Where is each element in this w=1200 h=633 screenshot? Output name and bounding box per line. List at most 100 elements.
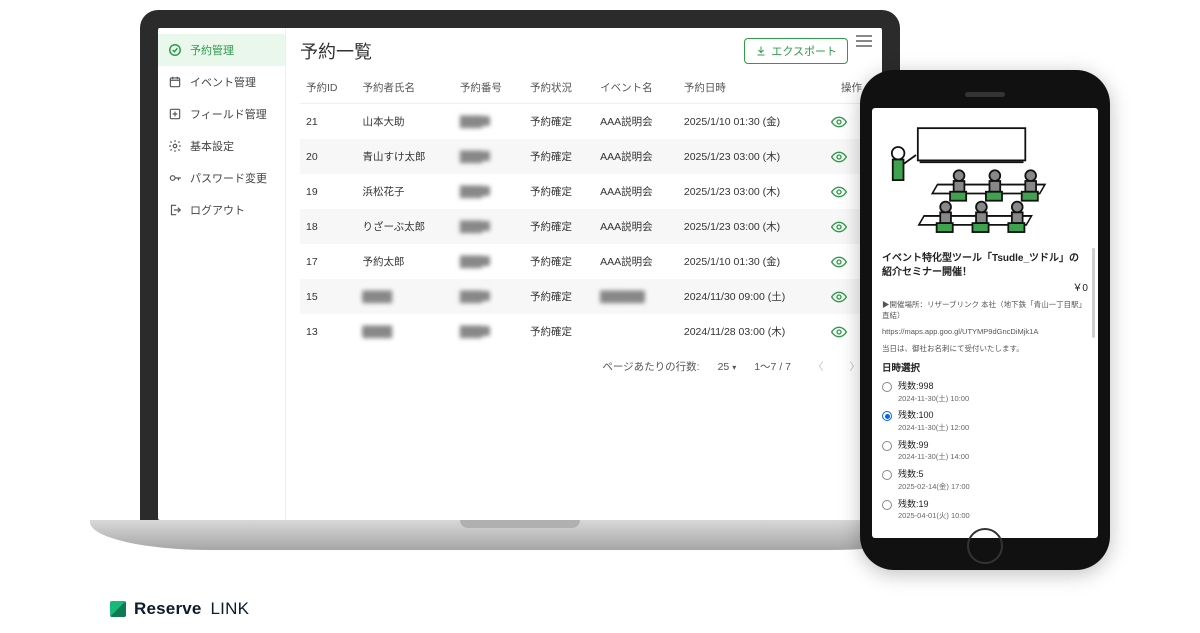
chevron-down-icon: ▾ xyxy=(732,363,736,372)
cell-name: ████ xyxy=(356,279,453,314)
cell-status: 予約確定 xyxy=(524,104,594,140)
cell-event: ██████ xyxy=(594,279,678,314)
menu-icon[interactable] xyxy=(856,35,872,47)
cell-id: 21 xyxy=(300,104,356,140)
slot-datetime: 2024-11-30(土) 14:00 xyxy=(898,452,969,461)
col-number: 予約番号 xyxy=(454,72,524,104)
sidebar-item-logout[interactable]: ログアウト xyxy=(158,194,285,226)
event-note: 当日は、御社お名刺にて受付いたします。 xyxy=(882,344,1088,355)
cell-event: AAA説明会 xyxy=(594,174,678,209)
radio-icon xyxy=(882,500,892,510)
cell-id: 18 xyxy=(300,209,356,244)
view-button[interactable] xyxy=(831,256,862,268)
brand-text-2: LINK xyxy=(211,599,250,618)
cell-event: AAA説明会 xyxy=(594,104,678,140)
slot-datetime: 2024-11-30(土) 12:00 xyxy=(898,423,969,432)
table-row: 21山本大助███予約確定AAA説明会2025/1/10 01:30 (金) xyxy=(300,104,868,140)
cell-date: 2024/11/30 09:00 (土) xyxy=(678,279,825,314)
key-icon xyxy=(168,171,182,185)
redacted-text: ████ xyxy=(362,291,392,301)
cell-number: ███ xyxy=(454,104,524,140)
time-slot[interactable]: 残数:52025-02-14(金) 17:00 xyxy=(882,466,1088,495)
time-slot[interactable]: 残数:99 2024-11-30(土) 14:00 xyxy=(882,437,1088,466)
view-button[interactable] xyxy=(831,151,862,163)
laptop-mockup: 予約管理 イベント管理 フィールド管理 xyxy=(140,10,900,550)
redacted-text: ███ xyxy=(460,326,490,336)
laptop-base xyxy=(90,520,950,550)
time-slot[interactable]: 残数:998 2024-11-30(土) 10:00 xyxy=(882,378,1088,407)
sidebar-item-label: イベント管理 xyxy=(190,74,256,90)
cell-id: 13 xyxy=(300,314,356,349)
cell-number: ███ xyxy=(454,139,524,174)
time-slot[interactable]: 残数:19 2025-04-01(火) 10:00 xyxy=(882,496,1088,525)
sidebar-item-password[interactable]: パスワード変更 xyxy=(158,162,285,194)
view-button[interactable] xyxy=(831,221,862,233)
cell-name: ████ xyxy=(356,314,453,349)
export-button[interactable]: エクスポート xyxy=(744,38,848,64)
cell-date: 2025/1/10 01:30 (金) xyxy=(678,104,825,140)
sidebar-item-label: 基本設定 xyxy=(190,138,234,154)
prev-page-button[interactable]: 〈 xyxy=(809,359,828,374)
col-id: 予約ID xyxy=(300,72,356,104)
phone-scrollbar[interactable] xyxy=(1092,248,1095,338)
view-button[interactable] xyxy=(831,326,862,338)
page-range: 1〜7 / 7 xyxy=(754,359,791,374)
col-event: イベント名 xyxy=(594,72,678,104)
slot-label: 残数:5 xyxy=(898,469,924,479)
slot-label: 残数:100 xyxy=(898,410,934,420)
cell-name: 浜松花子 xyxy=(356,174,453,209)
seminar-illustration xyxy=(882,116,1088,246)
cell-name: 予約太郎 xyxy=(356,244,453,279)
pagination: ページあたりの行数: 25 ▾ 1〜7 / 7 〈 〉 xyxy=(300,349,868,384)
radio-icon xyxy=(882,470,892,480)
time-slot[interactable]: 残数:100 2024-11-30(土) 12:00 xyxy=(882,407,1088,436)
sidebar-item-label: パスワード変更 xyxy=(190,170,267,186)
cell-date: 2024/11/28 03:00 (木) xyxy=(678,314,825,349)
slot-datetime: 2024-11-30(土) 10:00 xyxy=(898,394,969,403)
slot-datetime: 2025-04-01(火) 10:00 xyxy=(898,511,970,520)
view-button[interactable] xyxy=(831,186,862,198)
slot-label: 残数:19 xyxy=(898,499,929,509)
sidebar-item-reservations[interactable]: 予約管理 xyxy=(158,34,285,66)
booking-app: イベント特化型ツール「Tsudle_ツドル」の紹介セミナー開催！ ￥0 ▶開催場… xyxy=(872,108,1098,538)
cell-status: 予約確定 xyxy=(524,279,594,314)
rows-per-page-select[interactable]: 25 ▾ xyxy=(718,361,737,373)
redacted-text: ███ xyxy=(460,186,490,196)
view-button[interactable] xyxy=(831,116,862,128)
cell-status: 予約確定 xyxy=(524,314,594,349)
table-row: 20青山すけ太郎███予約確定AAA説明会2025/1/23 03:00 (木) xyxy=(300,139,868,174)
sidebar-item-fields[interactable]: フィールド管理 xyxy=(158,98,285,130)
event-price: ￥0 xyxy=(882,279,1088,294)
table-row: 13███████予約確定2024/11/28 03:00 (木) xyxy=(300,314,868,349)
main-panel: 予約一覧 エクスポート 予約ID 予約者氏名 予約番号 xyxy=(286,28,882,520)
admin-app: 予約管理 イベント管理 フィールド管理 xyxy=(158,28,882,520)
redacted-text: ███ xyxy=(460,116,490,126)
cell-status: 予約確定 xyxy=(524,244,594,279)
laptop-bezel: 予約管理 イベント管理 フィールド管理 xyxy=(140,10,900,520)
event-map-url[interactable]: https://maps.app.goo.gl/UTYMP9dGncDiMjk1… xyxy=(882,327,1088,338)
slot-label: 残数:998 xyxy=(898,381,934,391)
cell-status: 予約確定 xyxy=(524,174,594,209)
sidebar-item-settings[interactable]: 基本設定 xyxy=(158,130,285,162)
sidebar-item-label: フィールド管理 xyxy=(190,106,267,122)
sidebar: 予約管理 イベント管理 フィールド管理 xyxy=(158,28,286,520)
cell-id: 15 xyxy=(300,279,356,314)
cell-number: ███ xyxy=(454,209,524,244)
cell-event: AAA説明会 xyxy=(594,139,678,174)
slot-label: 残数:99 xyxy=(898,440,929,450)
export-label: エクスポート xyxy=(771,43,837,59)
reservations-table: 予約ID 予約者氏名 予約番号 予約状況 イベント名 予約日時 操作 21山本大… xyxy=(300,72,868,349)
plus-box-icon xyxy=(168,107,182,121)
cell-date: 2025/1/10 01:30 (金) xyxy=(678,244,825,279)
cell-name: りざーぶ太郎 xyxy=(356,209,453,244)
table-row: 18りざーぶ太郎███予約確定AAA説明会2025/1/23 03:00 (木) xyxy=(300,209,868,244)
datetime-select-heading: 日時選択 xyxy=(882,360,1088,374)
phone-mockup: イベント特化型ツール「Tsudle_ツドル」の紹介セミナー開催！ ￥0 ▶開催場… xyxy=(860,70,1110,570)
view-button[interactable] xyxy=(831,291,862,303)
cell-event xyxy=(594,314,678,349)
cell-name: 青山すけ太郎 xyxy=(356,139,453,174)
sidebar-item-events[interactable]: イベント管理 xyxy=(158,66,285,98)
cell-event: AAA説明会 xyxy=(594,244,678,279)
sidebar-item-label: ログアウト xyxy=(190,202,245,218)
redacted-text: ███ xyxy=(460,151,490,161)
